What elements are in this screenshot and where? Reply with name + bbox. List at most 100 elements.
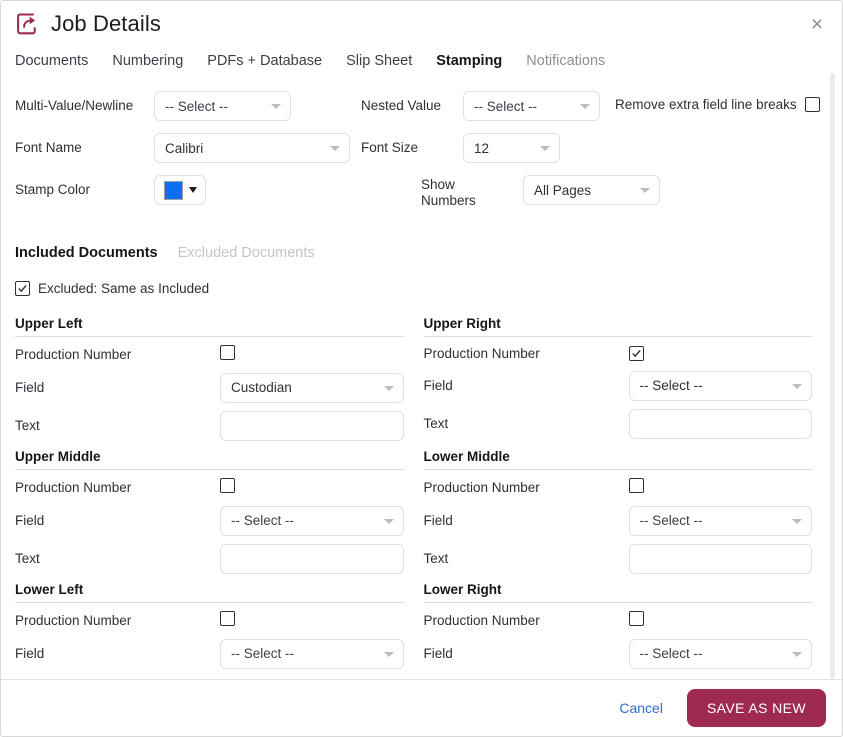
- production-number-checkbox[interactable]: [220, 344, 235, 360]
- field-select-value: -- Select --: [231, 646, 295, 662]
- tab-notifications[interactable]: Notifications: [526, 53, 605, 73]
- production-number-label: Production Number: [423, 346, 540, 362]
- tab-stamping[interactable]: Stamping: [436, 53, 502, 73]
- close-icon[interactable]: ×: [804, 11, 830, 37]
- field-control: Custodian: [220, 372, 404, 403]
- corner-block-upper-right: Upper Right Production Number Field -- S…: [423, 316, 821, 449]
- show-numbers-select-value: All Pages: [534, 182, 592, 198]
- chevron-down-icon: [580, 104, 590, 109]
- row-production-number: Production Number: [423, 477, 813, 498]
- production-number-checkbox[interactable]: [220, 477, 235, 493]
- corner-title: Upper Middle: [15, 448, 101, 464]
- field-select[interactable]: Custodian: [220, 372, 404, 403]
- production-number-checkbox[interactable]: [220, 610, 235, 626]
- corner-block-lower-middle: Lower Middle Production Number Field -- …: [423, 448, 821, 582]
- divider: [423, 468, 812, 470]
- multi-value-select[interactable]: -- Select --: [154, 91, 291, 121]
- multi-value-select-value: -- Select --: [165, 98, 229, 114]
- text-control: [220, 410, 404, 441]
- text-control: [628, 408, 812, 439]
- font-name-select-value: Calibri: [165, 140, 204, 156]
- stamp-position-grid: Upper Left Production Number Field Custo…: [15, 316, 820, 677]
- text-label: Text: [15, 418, 40, 434]
- field-label: Field: [15, 513, 45, 529]
- chevron-down-icon: [540, 146, 550, 151]
- tab-pdfs-database[interactable]: PDFs + Database: [207, 53, 322, 73]
- chevron-down-icon: [271, 104, 281, 109]
- field-label: Field: [423, 378, 453, 394]
- row-production-number: Production Number: [15, 610, 404, 631]
- text-label: Text: [15, 551, 40, 567]
- sub-tab-excluded-documents[interactable]: Excluded Documents: [178, 245, 315, 261]
- corner-title: Upper Left: [15, 315, 83, 331]
- field-label: Field: [423, 646, 453, 662]
- row-production-number: Production Number: [424, 345, 813, 363]
- text-input[interactable]: [628, 408, 812, 439]
- field-select[interactable]: -- Select --: [220, 505, 404, 536]
- same-as-included-group: Excluded: Same as Included: [15, 280, 820, 296]
- chevron-down-icon: [792, 383, 802, 389]
- stamp-color-swatch: [163, 180, 183, 200]
- stamp-color-label: Stamp Color: [15, 182, 91, 197]
- field-select[interactable]: -- Select --: [628, 370, 812, 401]
- multi-value-label: Multi-Value/Newline: [15, 98, 134, 113]
- row-multi-value: Multi-Value/Newline -- Select -- Nested …: [15, 91, 820, 121]
- tab-documents[interactable]: Documents: [15, 53, 88, 73]
- save-as-new-button[interactable]: SAVE AS NEW: [686, 689, 826, 727]
- nested-value-select[interactable]: -- Select --: [463, 91, 600, 121]
- field-control: -- Select --: [628, 370, 812, 401]
- job-details-dialog: Job Details × Documents Numbering PDFs +…: [0, 0, 843, 737]
- font-name-select[interactable]: Calibri: [154, 133, 350, 163]
- production-number-label: Production Number: [15, 480, 132, 496]
- tab-slip-sheet[interactable]: Slip Sheet: [346, 53, 412, 73]
- production-number-control: [628, 477, 813, 498]
- same-as-included-checkbox[interactable]: [15, 280, 30, 296]
- chevron-down-icon: [188, 187, 197, 193]
- font-size-label: Font Size: [361, 140, 419, 155]
- text-label: Text: [423, 416, 449, 432]
- chevron-down-icon: [330, 146, 340, 151]
- field-label: Field: [15, 380, 45, 396]
- chevron-down-icon: [792, 518, 802, 524]
- row-production-number: Production Number: [15, 477, 404, 498]
- show-numbers-label: Show Numbers: [421, 177, 476, 208]
- field-select-value: -- Select --: [231, 513, 295, 529]
- production-number-checkbox[interactable]: [628, 345, 644, 361]
- stamp-color-picker[interactable]: [154, 175, 206, 205]
- divider: [15, 468, 404, 470]
- font-name-label: Font Name: [15, 140, 82, 155]
- production-number-label: Production Number: [423, 480, 540, 496]
- text-input[interactable]: [220, 410, 404, 441]
- chevron-down-icon: [383, 385, 394, 391]
- production-number-label: Production Number: [15, 613, 132, 629]
- field-control: -- Select --: [220, 505, 404, 536]
- cancel-button[interactable]: Cancel: [613, 696, 669, 720]
- corner-title: Lower Right: [423, 581, 502, 597]
- field-select-value: -- Select --: [639, 378, 703, 394]
- remove-breaks-checkbox[interactable]: [804, 97, 820, 112]
- field-select[interactable]: -- Select --: [628, 638, 812, 669]
- field-select[interactable]: -- Select --: [628, 505, 812, 536]
- corner-title: Lower Middle: [423, 448, 510, 464]
- production-number-checkbox[interactable]: [628, 610, 644, 626]
- production-number-label: Production Number: [15, 347, 132, 363]
- dialog-title-row: Job Details: [15, 11, 828, 37]
- field-select-value: -- Select --: [639, 513, 703, 529]
- vertical-scrollbar[interactable]: [830, 73, 835, 679]
- documents-sub-tab-bar: Included Documents Excluded Documents: [15, 245, 820, 261]
- row-field: Field -- Select --: [424, 505, 812, 536]
- field-select[interactable]: -- Select --: [220, 638, 404, 669]
- divider: [15, 335, 404, 337]
- show-numbers-select[interactable]: All Pages: [523, 175, 660, 205]
- sub-tab-included-documents[interactable]: Included Documents: [15, 245, 158, 261]
- field-control: -- Select --: [220, 638, 404, 669]
- text-control: [628, 543, 812, 574]
- text-input[interactable]: [220, 543, 404, 574]
- tab-numbering[interactable]: Numbering: [112, 53, 183, 73]
- text-input[interactable]: [628, 543, 812, 574]
- production-number-checkbox[interactable]: [628, 477, 644, 493]
- field-label: Field: [15, 646, 45, 662]
- chevron-down-icon: [792, 651, 802, 657]
- remove-breaks-label: Remove extra field line breaks: [615, 97, 797, 112]
- font-size-select[interactable]: 12: [463, 133, 560, 163]
